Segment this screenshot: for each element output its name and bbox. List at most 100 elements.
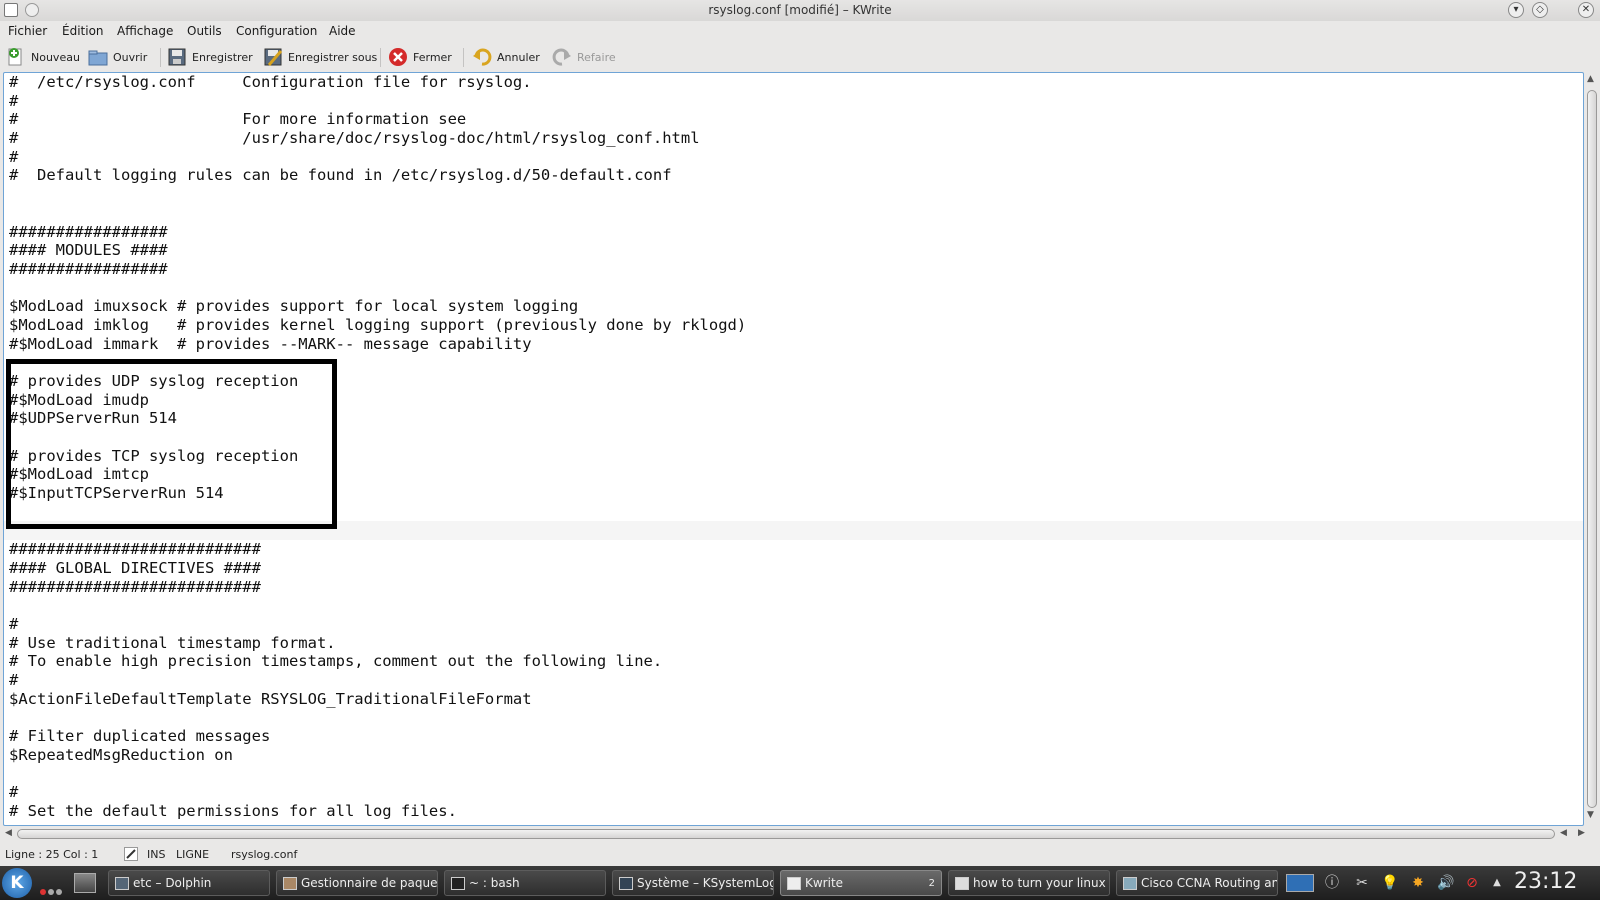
new-label: Nouveau <box>31 50 80 64</box>
code-line[interactable]: # <box>9 783 746 802</box>
code-line[interactable]: # Default logging rules can be found in … <box>9 166 746 185</box>
code-line[interactable]: # Set the default permissions for all lo… <box>9 802 746 821</box>
code-line[interactable]: # Use traditional timestamp format. <box>9 634 746 653</box>
vertical-scrollbar[interactable]: ▲ ▼ <box>1584 72 1600 826</box>
task-kwrite[interactable]: Kwrite 2 <box>780 870 942 896</box>
task-label: Cisco CCNA Routing and <box>1141 876 1278 890</box>
menu-fichier[interactable]: Fichier <box>8 24 47 38</box>
code-line[interactable] <box>9 279 746 298</box>
scroll-up-arrow-icon[interactable]: ▲ <box>1587 74 1594 84</box>
close-window-button[interactable]: ✕ <box>1578 2 1594 18</box>
task-label: Système – KSystemLog <box>637 876 774 890</box>
dolphin-icon <box>115 876 129 890</box>
info-icon[interactable]: ⓘ <box>1323 874 1341 892</box>
open-button[interactable]: Ouvrir <box>88 45 147 69</box>
status-bar: Ligne : 25 Col : 1 INS LIGNE rsyslog.con… <box>0 842 1600 866</box>
code-line[interactable]: $ModLoad imklog # provides kernel loggin… <box>9 316 746 335</box>
task-cisco-ccna[interactable]: Cisco CCNA Routing and <box>1116 870 1278 896</box>
activities-icon[interactable] <box>40 880 64 899</box>
lightbulb-icon[interactable]: 💡 <box>1381 874 1399 892</box>
redo-button[interactable]: Refaire <box>552 45 616 69</box>
task-ksystemlog[interactable]: Système – KSystemLog <box>612 870 774 896</box>
undo-button[interactable]: Annuler <box>472 45 540 69</box>
code-line[interactable]: # /etc/rsyslog.conf Configuration file f… <box>9 73 746 92</box>
code-line[interactable] <box>9 204 746 223</box>
menu-outils[interactable]: Outils <box>187 24 222 38</box>
new-button[interactable]: Nouveau <box>6 45 80 69</box>
clock[interactable]: 23:12 <box>1514 869 1577 894</box>
volume-icon[interactable]: 🔊 <box>1437 874 1455 892</box>
minimize-button[interactable]: ▾ <box>1508 2 1524 18</box>
updates-star-icon[interactable]: ✸ <box>1409 874 1427 892</box>
menu-edition[interactable]: Édition <box>62 24 104 38</box>
code-line[interactable]: ########################### <box>9 540 746 559</box>
code-line[interactable]: #### GLOBAL DIRECTIVES #### <box>9 559 746 578</box>
code-line[interactable] <box>9 764 746 783</box>
code-line[interactable]: # <box>9 615 746 634</box>
modified-pencil-icon <box>124 847 138 861</box>
document-icon <box>955 876 969 890</box>
network-icon[interactable]: ⊘ <box>1463 874 1481 892</box>
menu-bar: Fichier Édition Affichage Outils Configu… <box>0 21 1600 43</box>
new-document-icon <box>6 47 26 67</box>
insert-mode[interactable]: INS <box>147 848 165 861</box>
menu-aide[interactable]: Aide <box>329 24 356 38</box>
toolbar-separator <box>160 48 161 67</box>
tray-expand-arrow-icon[interactable]: ▲ <box>1488 874 1506 892</box>
task-label: Kwrite <box>805 876 844 890</box>
task-dolphin[interactable]: etc – Dolphin <box>108 870 270 896</box>
code-line[interactable]: ################# <box>9 223 746 242</box>
scroll-left-arrow-icon[interactable]: ◀ <box>1560 828 1567 838</box>
kde-menu-icon[interactable]: K <box>2 868 32 898</box>
code-line[interactable]: #$ModLoad immark # provides --MARK-- mes… <box>9 335 746 354</box>
code-line[interactable]: $ModLoad imuxsock # provides support for… <box>9 297 746 316</box>
save-as-icon <box>263 47 283 67</box>
code-line[interactable]: # For more information see <box>9 110 746 129</box>
menu-affichage[interactable]: Affichage <box>117 24 173 38</box>
toolbar-separator <box>380 48 381 67</box>
status-filename: rsyslog.conf <box>231 848 298 861</box>
horizontal-scrollbar[interactable]: ◀ ◀ ▶ <box>3 826 1600 842</box>
scroll-right-arrow-icon[interactable]: ▶ <box>1578 828 1585 838</box>
scroll-down-arrow-icon[interactable]: ▼ <box>1587 810 1594 820</box>
package-icon <box>283 876 297 890</box>
vertical-scroll-thumb[interactable] <box>1587 90 1597 808</box>
task-bash[interactable]: ~ : bash <box>444 870 606 896</box>
horizontal-scroll-thumb[interactable] <box>17 829 1555 839</box>
save-button[interactable]: Enregistrer <box>167 45 253 69</box>
main-toolbar: Nouveau Ouvrir Enregistrer Enregistrer s… <box>0 43 1600 72</box>
document-icon <box>1123 876 1137 890</box>
close-document-button[interactable]: Fermer <box>388 45 452 69</box>
code-line[interactable]: $ActionFileDefaultTemplate RSYSLOG_Tradi… <box>9 690 746 709</box>
code-line[interactable]: # To enable high precision timestamps, c… <box>9 652 746 671</box>
klipper-scissors-icon[interactable]: ✂ <box>1353 874 1371 892</box>
code-line[interactable]: ################# <box>9 260 746 279</box>
task-label: Gestionnaire de paqueta <box>301 876 438 890</box>
code-line[interactable]: ########################### <box>9 578 746 597</box>
selection-mode[interactable]: LIGNE <box>176 848 209 861</box>
code-line[interactable]: # /usr/share/doc/rsyslog-doc/html/rsyslo… <box>9 129 746 148</box>
task-browser-linux[interactable]: how to turn your linux co <box>948 870 1110 896</box>
close-label: Fermer <box>413 50 452 64</box>
code-line[interactable]: # <box>9 148 746 167</box>
code-line[interactable] <box>9 185 746 204</box>
code-line[interactable]: # <box>9 671 746 690</box>
maximize-button[interactable]: ◇ <box>1532 2 1548 18</box>
show-desktop-icon[interactable] <box>74 873 96 893</box>
task-label: ~ : bash <box>469 876 520 890</box>
text-editor[interactable]: # /etc/rsyslog.conf Configuration file f… <box>3 72 1584 826</box>
code-line[interactable] <box>9 708 746 727</box>
task-package-manager[interactable]: Gestionnaire de paqueta <box>276 870 438 896</box>
code-line[interactable]: # <box>9 92 746 111</box>
undo-label: Annuler <box>497 50 540 64</box>
code-line[interactable]: $RepeatedMsgReduction on <box>9 746 746 765</box>
pager-icon[interactable] <box>1286 874 1314 892</box>
menu-configuration[interactable]: Configuration <box>236 24 317 38</box>
scroll-left-arrow-icon[interactable]: ◀ <box>5 828 12 838</box>
save-as-button[interactable]: Enregistrer sous <box>263 45 377 69</box>
code-line[interactable]: #### MODULES #### <box>9 241 746 260</box>
save-icon <box>167 47 187 67</box>
code-line[interactable]: # Filter duplicated messages <box>9 727 746 746</box>
annotation-box <box>6 359 337 529</box>
code-line[interactable] <box>9 596 746 615</box>
